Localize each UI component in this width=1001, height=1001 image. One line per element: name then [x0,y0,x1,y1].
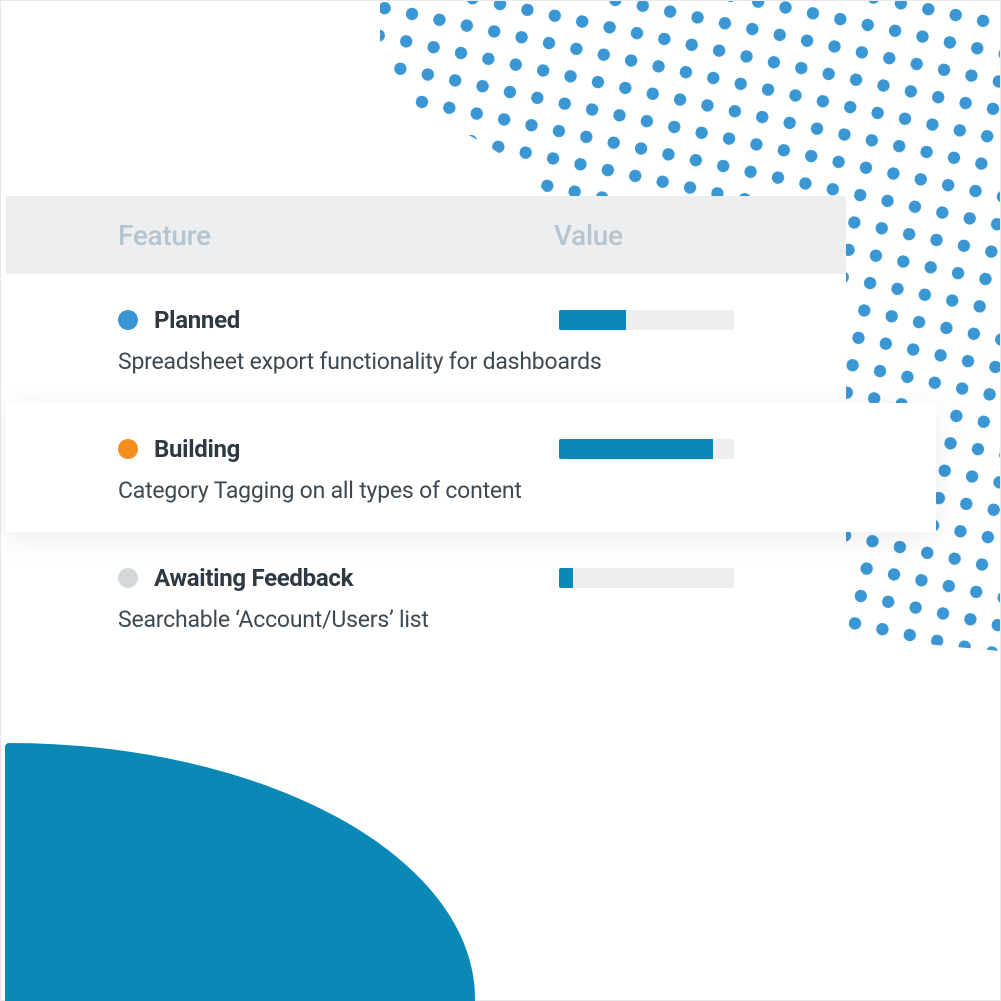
column-header-value: Value [554,219,734,252]
value-bar-fill [559,310,626,330]
table-row[interactable]: Building Category Tagging on all types o… [6,403,936,532]
value-bar [559,310,734,330]
status-label: Building [154,435,240,463]
status-dot-icon [118,439,138,459]
feature-description: Category Tagging on all types of content [118,477,734,504]
status-label: Awaiting Feedback [154,564,353,592]
table-row[interactable]: Planned Spreadsheet export functionality… [6,274,846,403]
value-bar-fill [559,439,713,459]
status-group: Awaiting Feedback [118,564,559,592]
column-header-feature: Feature [118,219,554,252]
table-row[interactable]: Awaiting Feedback Searchable ‘Account/Us… [6,532,846,661]
status-label: Planned [154,306,240,334]
feature-value-table: Feature Value Planned Spreadsheet export… [6,196,846,661]
status-dot-icon [118,310,138,330]
table-header: Feature Value [6,196,846,274]
status-group: Planned [118,306,559,334]
decorative-shape [5,743,475,1001]
value-bar [559,568,734,588]
value-bar-fill [559,568,573,588]
feature-description: Spreadsheet export functionality for das… [118,348,734,375]
value-bar [559,439,734,459]
status-dot-icon [118,568,138,588]
status-group: Building [118,435,559,463]
feature-description: Searchable ‘Account/Users’ list [118,606,734,633]
